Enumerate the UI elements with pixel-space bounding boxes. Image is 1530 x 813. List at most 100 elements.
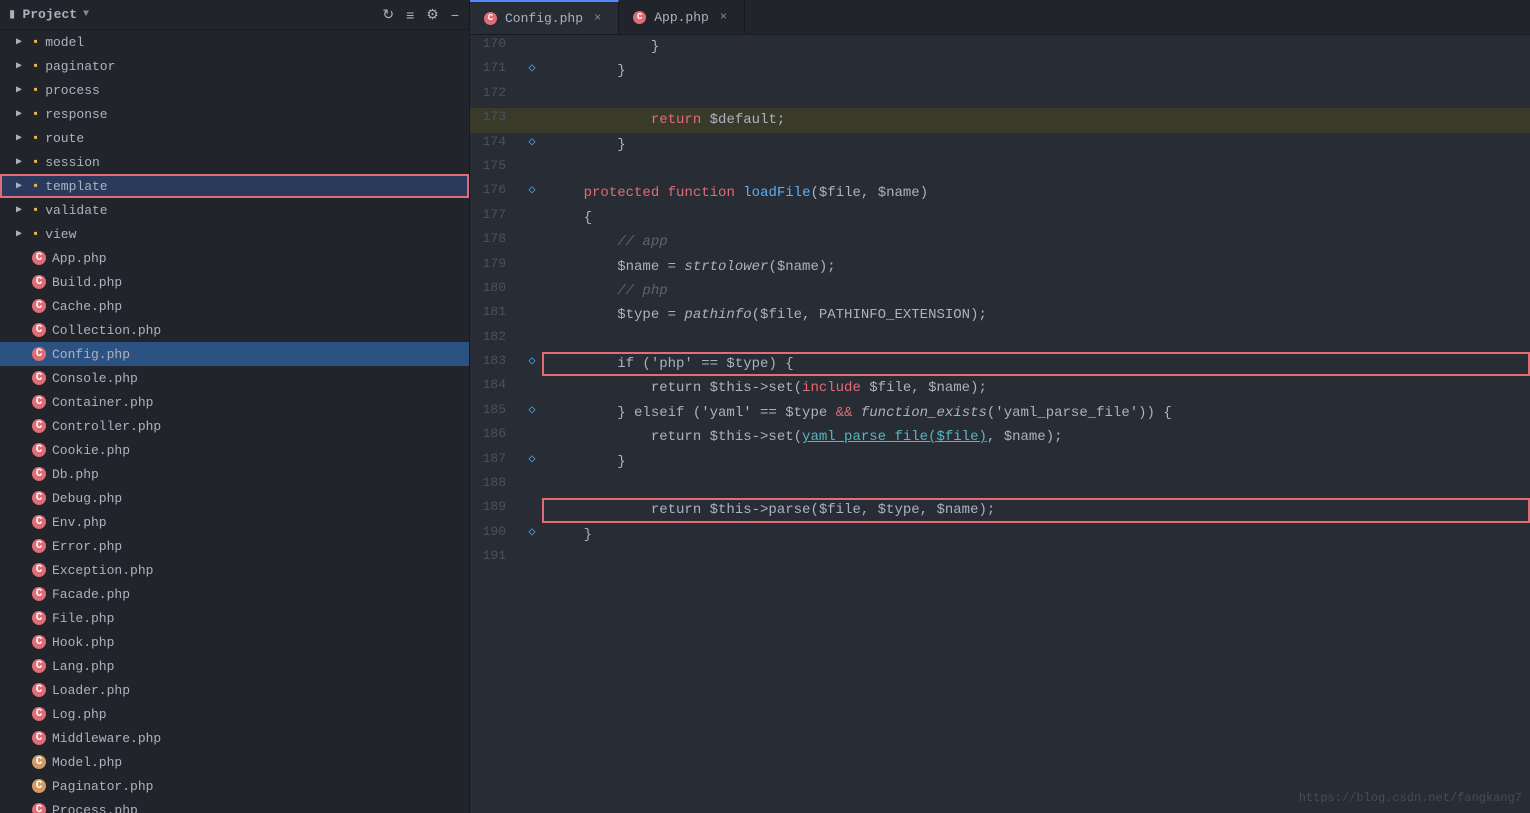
tree-item-label: Log.php — [52, 707, 107, 722]
sidebar-file-Exception.php[interactable]: C Exception.php — [0, 558, 469, 582]
settings-icon[interactable]: ⚙ — [424, 4, 441, 25]
line-number: 170 — [470, 35, 522, 59]
sidebar-folder-process[interactable]: ▶▪process — [0, 78, 469, 102]
code-line: 187◇ } — [470, 450, 1530, 474]
line-content: } — [542, 523, 1530, 547]
sidebar-file-Collection.php[interactable]: C Collection.php — [0, 318, 469, 342]
tree-item-label: Middleware.php — [52, 731, 161, 746]
sidebar-file-Hook.php[interactable]: CHook.php — [0, 630, 469, 654]
tree-item-label: route — [45, 131, 84, 146]
tree-item-label: Build.php — [52, 275, 122, 290]
tree-item-label: Facade.php — [52, 587, 130, 602]
file-type-icon: C — [32, 323, 46, 337]
tree-item-label: view — [45, 227, 76, 242]
line-number: 186 — [470, 425, 522, 449]
sidebar-folder-route[interactable]: ▶▪route — [0, 126, 469, 150]
sidebar-file-File.php[interactable]: CFile.php — [0, 606, 469, 630]
sidebar-file-Lang.php[interactable]: CLang.php — [0, 654, 469, 678]
sidebar-file-Loader.php[interactable]: CLoader.php — [0, 678, 469, 702]
line-number: 182 — [470, 328, 522, 352]
sidebar-folder-template[interactable]: ▶▪template — [0, 174, 469, 198]
file-type-icon: C — [32, 491, 46, 505]
code-area[interactable]: 170 }171◇ }172 173 return $default;174◇ … — [470, 35, 1530, 813]
sidebar-file-Log.php[interactable]: CLog.php — [0, 702, 469, 726]
line-gutter: ◇ — [522, 450, 542, 474]
tab-close-button[interactable]: × — [717, 9, 730, 25]
tree-item-label: process — [45, 83, 100, 98]
tree-item-label: Process.php — [52, 803, 138, 813]
file-type-icon: C — [32, 371, 46, 385]
line-gutter — [522, 255, 542, 279]
tree-item-label: Console.php — [52, 371, 138, 386]
collapse-icon[interactable]: ≡ — [404, 5, 416, 25]
sidebar-file-Facade.php[interactable]: CFacade.php — [0, 582, 469, 606]
line-content: $type = pathinfo($file, PATHINFO_EXTENSI… — [542, 303, 1530, 327]
file-type-icon: C — [32, 395, 46, 409]
sidebar-folder-paginator[interactable]: ▶▪paginator — [0, 54, 469, 78]
sidebar-file-Middleware.php[interactable]: CMiddleware.php — [0, 726, 469, 750]
sidebar: ▮ Project ▼ ↻ ≡ ⚙ − ▶▪model▶▪paginator▶▪… — [0, 0, 470, 813]
line-number: 179 — [470, 255, 522, 279]
arrow-icon: ▶ — [16, 108, 28, 120]
arrow-icon: ▶ — [16, 204, 28, 216]
line-gutter — [522, 35, 542, 59]
line-number: 180 — [470, 279, 522, 303]
sidebar-file-Cache.php[interactable]: CCache.php — [0, 294, 469, 318]
sidebar-file-Build.php[interactable]: CBuild.php — [0, 270, 469, 294]
refresh-icon[interactable]: ↻ — [380, 4, 396, 25]
tree-item-label: Exception.php — [52, 563, 153, 578]
line-content — [542, 547, 1530, 571]
tree-item-label: Debug.php — [52, 491, 122, 506]
sidebar-header: ▮ Project ▼ ↻ ≡ ⚙ − — [0, 0, 469, 30]
file-type-icon: C — [32, 803, 46, 813]
sidebar-file-App.php[interactable]: CApp.php — [0, 246, 469, 270]
sidebar-file-Process.php[interactable]: C Process.php — [0, 798, 469, 813]
code-line: 180 // php — [470, 279, 1530, 303]
tree-item-label: Cookie.php — [52, 443, 130, 458]
sidebar-file-Controller.php[interactable]: CController.php — [0, 414, 469, 438]
sidebar-folder-session[interactable]: ▶▪session — [0, 150, 469, 174]
sidebar-file-Console.php[interactable]: C Console.php — [0, 366, 469, 390]
line-content: return $this->parse($file, $type, $name)… — [542, 498, 1530, 522]
arrow-icon: ▶ — [16, 60, 28, 72]
tree-item-label: paginator — [45, 59, 115, 74]
tree-item-label: template — [45, 179, 107, 194]
file-type-icon: C — [32, 635, 46, 649]
sidebar-file-Config.php[interactable]: CConfig.php — [0, 342, 469, 366]
file-type-icon: C — [32, 299, 46, 313]
tab-App-php[interactable]: CApp.php× — [619, 0, 745, 34]
line-gutter — [522, 328, 542, 352]
line-number: 185 — [470, 401, 522, 425]
sidebar-file-Db.php[interactable]: CDb.php — [0, 462, 469, 486]
tree-item-label: Collection.php — [52, 323, 161, 338]
sidebar-file-Container.php[interactable]: C Container.php — [0, 390, 469, 414]
tab-close-button[interactable]: × — [591, 10, 604, 26]
close-icon[interactable]: − — [449, 5, 461, 25]
line-content: // app — [542, 230, 1530, 254]
line-gutter — [522, 279, 542, 303]
arrow-icon: ▶ — [16, 84, 28, 96]
file-type-icon: C — [32, 563, 46, 577]
sidebar-file-Error.php[interactable]: CError.php — [0, 534, 469, 558]
sidebar-folder-model[interactable]: ▶▪model — [0, 30, 469, 54]
line-gutter — [522, 474, 542, 498]
line-gutter — [522, 157, 542, 181]
code-line: 173 return $default; — [470, 108, 1530, 132]
folder-icon: ▮ — [8, 6, 16, 23]
code-lines: 170 }171◇ }172 173 return $default;174◇ … — [470, 35, 1530, 572]
sidebar-folder-view[interactable]: ▶▪view — [0, 222, 469, 246]
sidebar-file-Cookie.php[interactable]: CCookie.php — [0, 438, 469, 462]
tree-item-label: Container.php — [52, 395, 153, 410]
sidebar-file-Env.php[interactable]: CEnv.php — [0, 510, 469, 534]
code-line: 190◇ } — [470, 523, 1530, 547]
sidebar-folder-response[interactable]: ▶▪response — [0, 102, 469, 126]
sidebar-file-Paginator.php[interactable]: CPaginator.php — [0, 774, 469, 798]
sidebar-file-Model.php[interactable]: CModel.php — [0, 750, 469, 774]
file-type-icon: C — [32, 779, 46, 793]
tab-Config-php[interactable]: CConfig.php× — [470, 0, 619, 34]
code-line: 186 return $this->set(yaml_parse_file($f… — [470, 425, 1530, 449]
sidebar-folder-validate[interactable]: ▶▪validate — [0, 198, 469, 222]
line-number: 172 — [470, 84, 522, 108]
line-content — [542, 328, 1530, 352]
sidebar-file-Debug.php[interactable]: C Debug.php — [0, 486, 469, 510]
